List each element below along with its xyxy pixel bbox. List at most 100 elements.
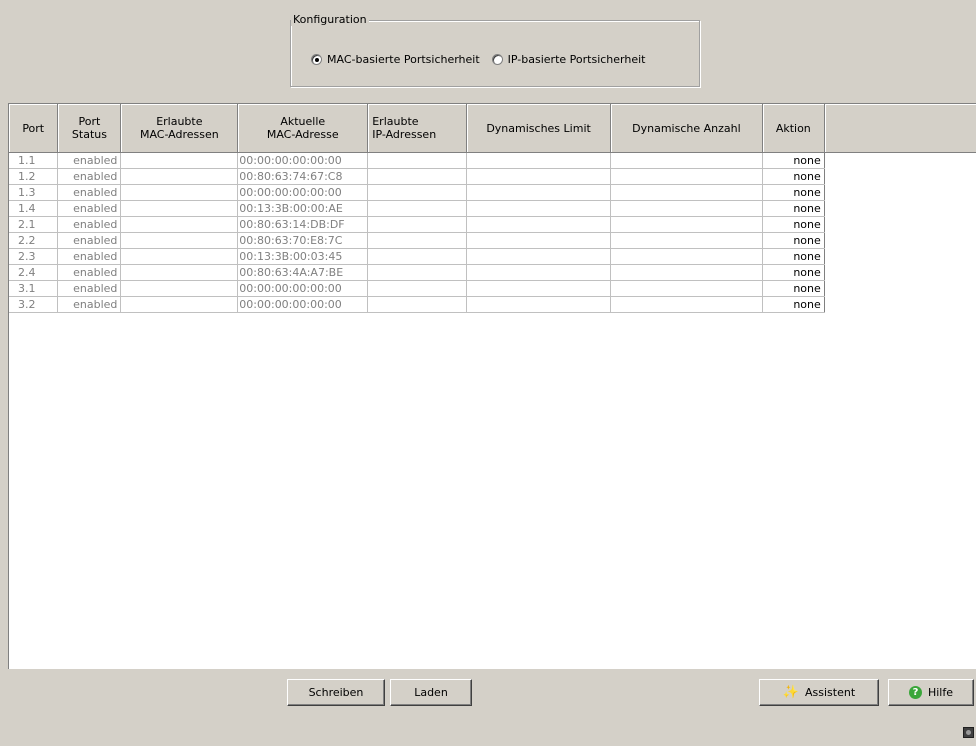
ip-based-security-radio[interactable]: IP-basierte Portsicherheit — [491, 53, 645, 66]
cell-allowed-ip[interactable] — [367, 216, 468, 233]
cell-allowed-mac[interactable] — [120, 216, 239, 233]
table-row[interactable]: 1.4 enabled 00:13:3B:00:00:AE none — [9, 200, 976, 217]
table-row[interactable]: 2.1 enabled 00:80:63:14:DB:DF none — [9, 216, 976, 233]
cell-dynamic-limit[interactable] — [466, 248, 611, 265]
table-row[interactable]: 2.4 enabled 00:80:63:4A:A7:BE none — [9, 264, 976, 281]
cell-dynamic-limit[interactable] — [466, 280, 611, 297]
cell-port[interactable]: 2.4 — [9, 264, 59, 281]
cell-port[interactable]: 1.1 — [9, 152, 59, 169]
cell-port-status[interactable]: enabled — [57, 264, 122, 281]
load-button[interactable]: Laden — [390, 679, 472, 706]
cell-port[interactable]: 2.2 — [9, 232, 59, 249]
table-row[interactable]: 3.1 enabled 00:00:00:00:00:00 none — [9, 280, 976, 297]
cell-action[interactable]: none — [762, 168, 825, 185]
cell-dynamic-count[interactable] — [610, 248, 763, 265]
column-header-action[interactable]: Aktion — [762, 104, 825, 153]
mac-based-security-radio[interactable]: MAC-basierte Portsicherheit — [311, 53, 480, 66]
cell-action[interactable]: none — [762, 216, 825, 233]
cell-action[interactable]: none — [762, 184, 825, 201]
cell-allowed-mac[interactable] — [120, 248, 239, 265]
cell-allowed-mac[interactable] — [120, 232, 239, 249]
cell-allowed-ip[interactable] — [367, 152, 468, 169]
cell-allowed-mac[interactable] — [120, 296, 239, 313]
column-header-current-mac[interactable]: Aktuelle MAC-Adresse — [237, 104, 369, 153]
cell-allowed-ip[interactable] — [367, 264, 468, 281]
cell-current-mac[interactable]: 00:80:63:4A:A7:BE — [237, 264, 369, 281]
cell-action[interactable]: none — [762, 200, 825, 217]
cell-port-status[interactable]: enabled — [57, 152, 122, 169]
cell-dynamic-count[interactable] — [610, 168, 763, 185]
cell-dynamic-limit[interactable] — [466, 216, 611, 233]
cell-port-status[interactable]: enabled — [57, 168, 122, 185]
cell-allowed-mac[interactable] — [120, 264, 239, 281]
table-row[interactable]: 1.3 enabled 00:00:00:00:00:00 none — [9, 184, 976, 201]
cell-dynamic-count[interactable] — [610, 296, 763, 313]
table-row[interactable]: 2.3 enabled 00:13:3B:00:03:45 none — [9, 248, 976, 265]
cell-port-status[interactable]: enabled — [57, 216, 122, 233]
cell-dynamic-limit[interactable] — [466, 232, 611, 249]
cell-allowed-ip[interactable] — [367, 248, 468, 265]
cell-current-mac[interactable]: 00:13:3B:00:03:45 — [237, 248, 369, 265]
cell-current-mac[interactable]: 00:00:00:00:00:00 — [237, 152, 369, 169]
cell-port-status[interactable]: enabled — [57, 248, 122, 265]
column-header-allowed-mac[interactable]: Erlaubte MAC-Adressen — [120, 104, 239, 153]
cell-port[interactable]: 1.2 — [9, 168, 59, 185]
cell-allowed-mac[interactable] — [120, 184, 239, 201]
column-header-dynamic-limit[interactable]: Dynamisches Limit — [466, 104, 611, 153]
cell-port-status[interactable]: enabled — [57, 200, 122, 217]
cell-current-mac[interactable]: 00:00:00:00:00:00 — [237, 296, 369, 313]
cell-current-mac[interactable]: 00:80:63:70:E8:7C — [237, 232, 369, 249]
cell-action[interactable]: none — [762, 232, 825, 249]
cell-current-mac[interactable]: 00:13:3B:00:00:AE — [237, 200, 369, 217]
cell-dynamic-count[interactable] — [610, 232, 763, 249]
cell-allowed-mac[interactable] — [120, 168, 239, 185]
cell-action[interactable]: none — [762, 264, 825, 281]
cell-port-status[interactable]: enabled — [57, 184, 122, 201]
cell-dynamic-count[interactable] — [610, 264, 763, 281]
cell-port-status[interactable]: enabled — [57, 232, 122, 249]
cell-allowed-ip[interactable] — [367, 280, 468, 297]
table-row[interactable]: 2.2 enabled 00:80:63:70:E8:7C none — [9, 232, 976, 249]
cell-dynamic-limit[interactable] — [466, 184, 611, 201]
cell-current-mac[interactable]: 00:80:63:14:DB:DF — [237, 216, 369, 233]
column-header-allowed-ip[interactable]: Erlaubte IP-Adressen — [367, 104, 468, 153]
column-header-dynamic-count[interactable]: Dynamische Anzahl — [610, 104, 763, 153]
cell-dynamic-count[interactable] — [610, 152, 763, 169]
table-row[interactable]: 1.1 enabled 00:00:00:00:00:00 none — [9, 152, 976, 169]
cell-allowed-mac[interactable] — [120, 152, 239, 169]
cell-allowed-ip[interactable] — [367, 184, 468, 201]
wizard-button[interactable]: ✨ Assistent — [759, 679, 879, 706]
cell-allowed-ip[interactable] — [367, 232, 468, 249]
cell-current-mac[interactable]: 00:80:63:74:67:C8 — [237, 168, 369, 185]
cell-allowed-ip[interactable] — [367, 168, 468, 185]
radio-checked-icon[interactable] — [311, 54, 322, 65]
cell-dynamic-limit[interactable] — [466, 168, 611, 185]
cell-dynamic-limit[interactable] — [466, 200, 611, 217]
cell-action[interactable]: none — [762, 296, 825, 313]
write-button[interactable]: Schreiben — [287, 679, 385, 706]
cell-dynamic-count[interactable] — [610, 280, 763, 297]
cell-port[interactable]: 1.3 — [9, 184, 59, 201]
cell-allowed-ip[interactable] — [367, 296, 468, 313]
table-row[interactable]: 3.2 enabled 00:00:00:00:00:00 none — [9, 296, 976, 313]
column-header-port[interactable]: Port — [9, 104, 59, 153]
help-button[interactable]: ? Hilfe — [888, 679, 974, 706]
cell-port-status[interactable]: enabled — [57, 296, 122, 313]
cell-action[interactable]: none — [762, 248, 825, 265]
cell-port[interactable]: 1.4 — [9, 200, 59, 217]
table-row[interactable]: 1.2 enabled 00:80:63:74:67:C8 none — [9, 168, 976, 185]
cell-action[interactable]: none — [762, 152, 825, 169]
cell-dynamic-limit[interactable] — [466, 152, 611, 169]
cell-dynamic-count[interactable] — [610, 200, 763, 217]
cell-port-status[interactable]: enabled — [57, 280, 122, 297]
cell-dynamic-limit[interactable] — [466, 264, 611, 281]
cell-dynamic-count[interactable] — [610, 184, 763, 201]
cell-allowed-mac[interactable] — [120, 200, 239, 217]
cell-dynamic-count[interactable] — [610, 216, 763, 233]
cell-allowed-mac[interactable] — [120, 280, 239, 297]
cell-current-mac[interactable]: 00:00:00:00:00:00 — [237, 280, 369, 297]
cell-action[interactable]: none — [762, 280, 825, 297]
cell-current-mac[interactable]: 00:00:00:00:00:00 — [237, 184, 369, 201]
cell-dynamic-limit[interactable] — [466, 296, 611, 313]
cell-port[interactable]: 2.1 — [9, 216, 59, 233]
